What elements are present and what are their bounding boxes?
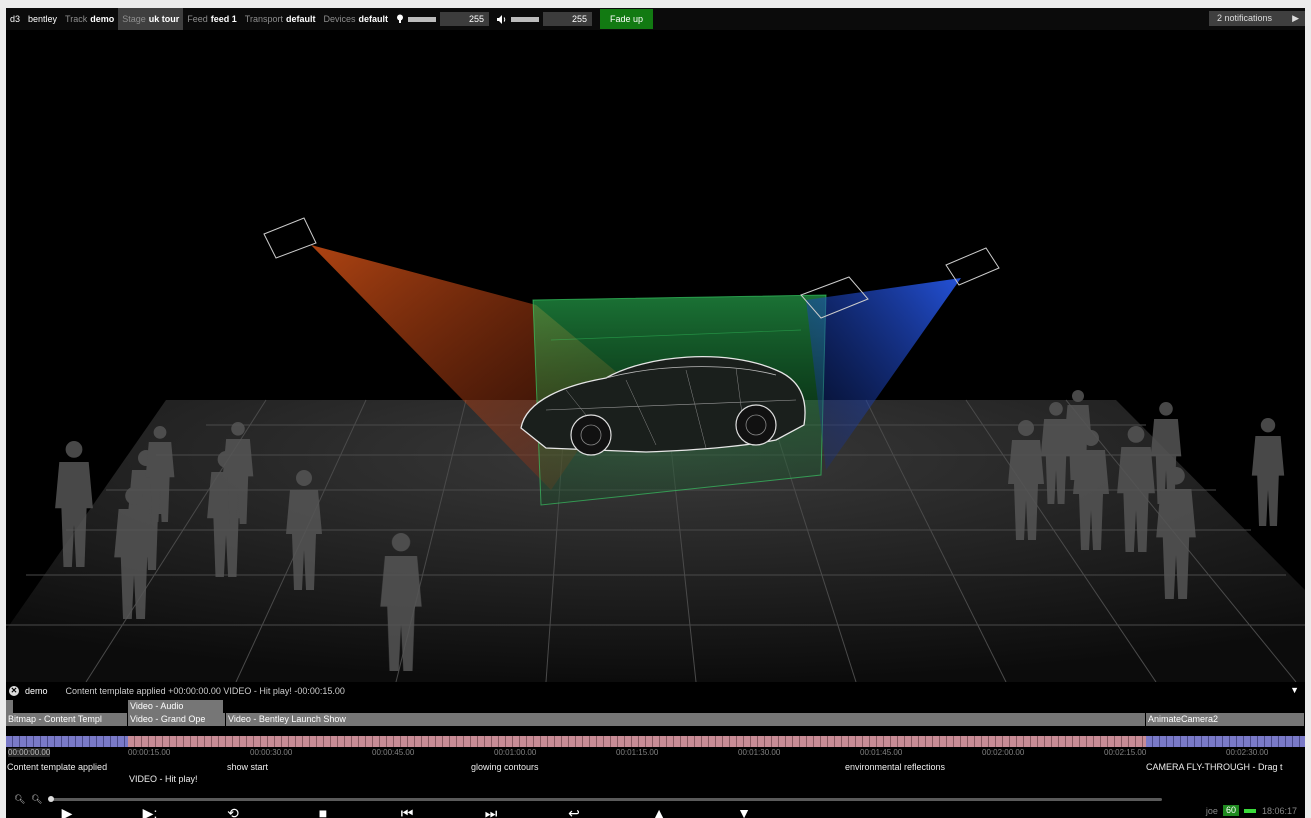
notifications-label: 2 notifications bbox=[1217, 13, 1273, 23]
note-show-start[interactable]: show start bbox=[227, 762, 268, 772]
timeline-scroll-handle[interactable] bbox=[48, 796, 54, 802]
timeline-tick: 00:00:30.00 bbox=[250, 748, 293, 757]
brightness-slider[interactable] bbox=[408, 16, 437, 22]
timeline-scrollbar[interactable] bbox=[50, 798, 1162, 801]
devices-value: default bbox=[358, 14, 389, 24]
timeline-tick: 00:02:15.00 bbox=[1104, 748, 1147, 757]
transport-value: default bbox=[285, 14, 316, 24]
stage-scene bbox=[6, 217, 1305, 683]
layer-spacer bbox=[6, 700, 14, 713]
transport-label: Transport bbox=[244, 14, 283, 24]
brightness-control: 255 bbox=[392, 8, 493, 30]
return-icon[interactable]: ↩ bbox=[563, 806, 585, 818]
project-name[interactable]: bentley bbox=[24, 8, 61, 30]
transport-selector[interactable]: Transport default bbox=[241, 8, 320, 30]
brightness-icon bbox=[397, 14, 404, 23]
stage-value: uk tour bbox=[148, 14, 180, 24]
layer-animate-camera[interactable]: AnimateCamera2 bbox=[1146, 713, 1305, 726]
play-icon[interactable]: ▶ bbox=[56, 806, 78, 818]
note-camera-fly-through[interactable]: CAMERA FLY-THROUGH - Drag t bbox=[1146, 762, 1283, 772]
note-glowing-contours[interactable]: glowing contours bbox=[471, 762, 539, 772]
project-value: bentley bbox=[28, 14, 58, 24]
status-indicators: joe 60 18:06:17 bbox=[1206, 805, 1297, 816]
stop-icon[interactable]: ■ bbox=[312, 806, 334, 818]
layer-strip-blue[interactable] bbox=[6, 736, 128, 747]
timeline-panel: ✕ demo Content template applied +00:00:0… bbox=[6, 682, 1305, 818]
volume-value[interactable]: 255 bbox=[543, 12, 593, 26]
app-name[interactable]: d3 bbox=[6, 8, 24, 30]
chevron-down-icon[interactable]: ▼ bbox=[1290, 685, 1299, 695]
brightness-value[interactable]: 255 bbox=[440, 12, 490, 26]
zoom-out-icon[interactable]: 🔍︎ bbox=[14, 794, 25, 804]
track-label: Track bbox=[65, 14, 88, 24]
zoom-in-icon[interactable]: 🔍︎ bbox=[31, 794, 42, 804]
layer-bitmap-content-template[interactable]: Bitmap - Content Templ bbox=[6, 713, 128, 726]
timeline-tick: 00:01:45.00 bbox=[860, 748, 903, 757]
devices-selector[interactable]: Devices default bbox=[320, 8, 393, 30]
volume-control: 255 bbox=[493, 8, 596, 30]
layer-video-grand-opening[interactable]: Video - Grand Ope bbox=[128, 713, 226, 726]
status-led bbox=[1243, 808, 1256, 813]
close-icon[interactable]: ✕ bbox=[9, 686, 19, 696]
play-to-end-icon[interactable]: ▶︎: bbox=[139, 806, 161, 818]
triangle-up-icon[interactable]: ▲ bbox=[648, 806, 670, 818]
timeline-tick: 00:01:30.00 bbox=[738, 748, 781, 757]
layer-video-bentley-launch[interactable]: Video - Bentley Launch Show bbox=[226, 713, 1146, 726]
timeline-tick: 00:02:30.00 bbox=[1226, 748, 1269, 757]
timeline-tick: 00:01:00.00 bbox=[494, 748, 537, 757]
note-environmental-reflections[interactable]: environmental reflections bbox=[845, 762, 945, 772]
next-section-icon[interactable]: ⏭ bbox=[480, 806, 502, 818]
fade-up-button[interactable]: Fade up bbox=[600, 9, 654, 29]
track-value: demo bbox=[90, 14, 115, 24]
previous-section-icon[interactable]: ⏮ bbox=[396, 806, 418, 818]
timeline-tick: 00:02:00.00 bbox=[982, 748, 1025, 757]
feed-label: Feed bbox=[187, 14, 208, 24]
loop-section-icon[interactable]: ⟲ bbox=[222, 806, 244, 818]
user-name: joe bbox=[1205, 805, 1218, 816]
note-hit-play[interactable]: VIDEO - Hit play! bbox=[129, 774, 198, 784]
timeline-status: Content template applied +00:00:00.00 VI… bbox=[65, 686, 345, 696]
top-bar: d3 bentley Track demo Stage uk tour Feed fe… bbox=[6, 8, 1305, 30]
stage-visualiser-viewport[interactable] bbox=[6, 30, 1305, 683]
triangle-down-icon[interactable]: ▼ bbox=[733, 806, 755, 818]
note-content-template-applied[interactable]: Content template applied bbox=[7, 762, 107, 772]
notifications-button[interactable]: 2 notifications ▶ bbox=[1209, 11, 1305, 26]
timeline-tick: 00:00:00.00 bbox=[8, 748, 51, 757]
layer-video-audio[interactable]: Video - Audio bbox=[128, 700, 224, 713]
track-selector[interactable]: Track demo bbox=[61, 8, 118, 30]
feed-value: feed 1 bbox=[210, 14, 237, 24]
d3-application: d3 bentley Track demo Stage uk tour Feed fe… bbox=[6, 8, 1305, 818]
timeline-tick: 00:00:45.00 bbox=[372, 748, 415, 757]
zoom-controls: 🔍︎ 🔍︎ bbox=[14, 794, 42, 805]
layer-strip-pink[interactable] bbox=[128, 736, 1146, 747]
volume-slider[interactable] bbox=[511, 16, 540, 22]
clock: 18:06:17 bbox=[1261, 805, 1297, 816]
stage-label: Stage bbox=[122, 14, 146, 24]
timeline-header: ✕ demo Content template applied +00:00:0… bbox=[6, 682, 1305, 700]
timeline-tick: 00:00:15.00 bbox=[128, 748, 171, 757]
track-name: demo bbox=[25, 686, 48, 696]
layer-strip-camera[interactable] bbox=[1146, 736, 1305, 747]
feed-selector[interactable]: Feed feed 1 bbox=[183, 8, 241, 30]
play-arrow-icon: ▶ bbox=[1292, 13, 1299, 23]
timeline-tick: 00:01:15.00 bbox=[616, 748, 659, 757]
fps-badge: 60 bbox=[1222, 805, 1239, 816]
speaker-icon bbox=[497, 14, 506, 24]
stage-selector[interactable]: Stage uk tour bbox=[118, 8, 184, 30]
devices-label: Devices bbox=[323, 14, 356, 24]
